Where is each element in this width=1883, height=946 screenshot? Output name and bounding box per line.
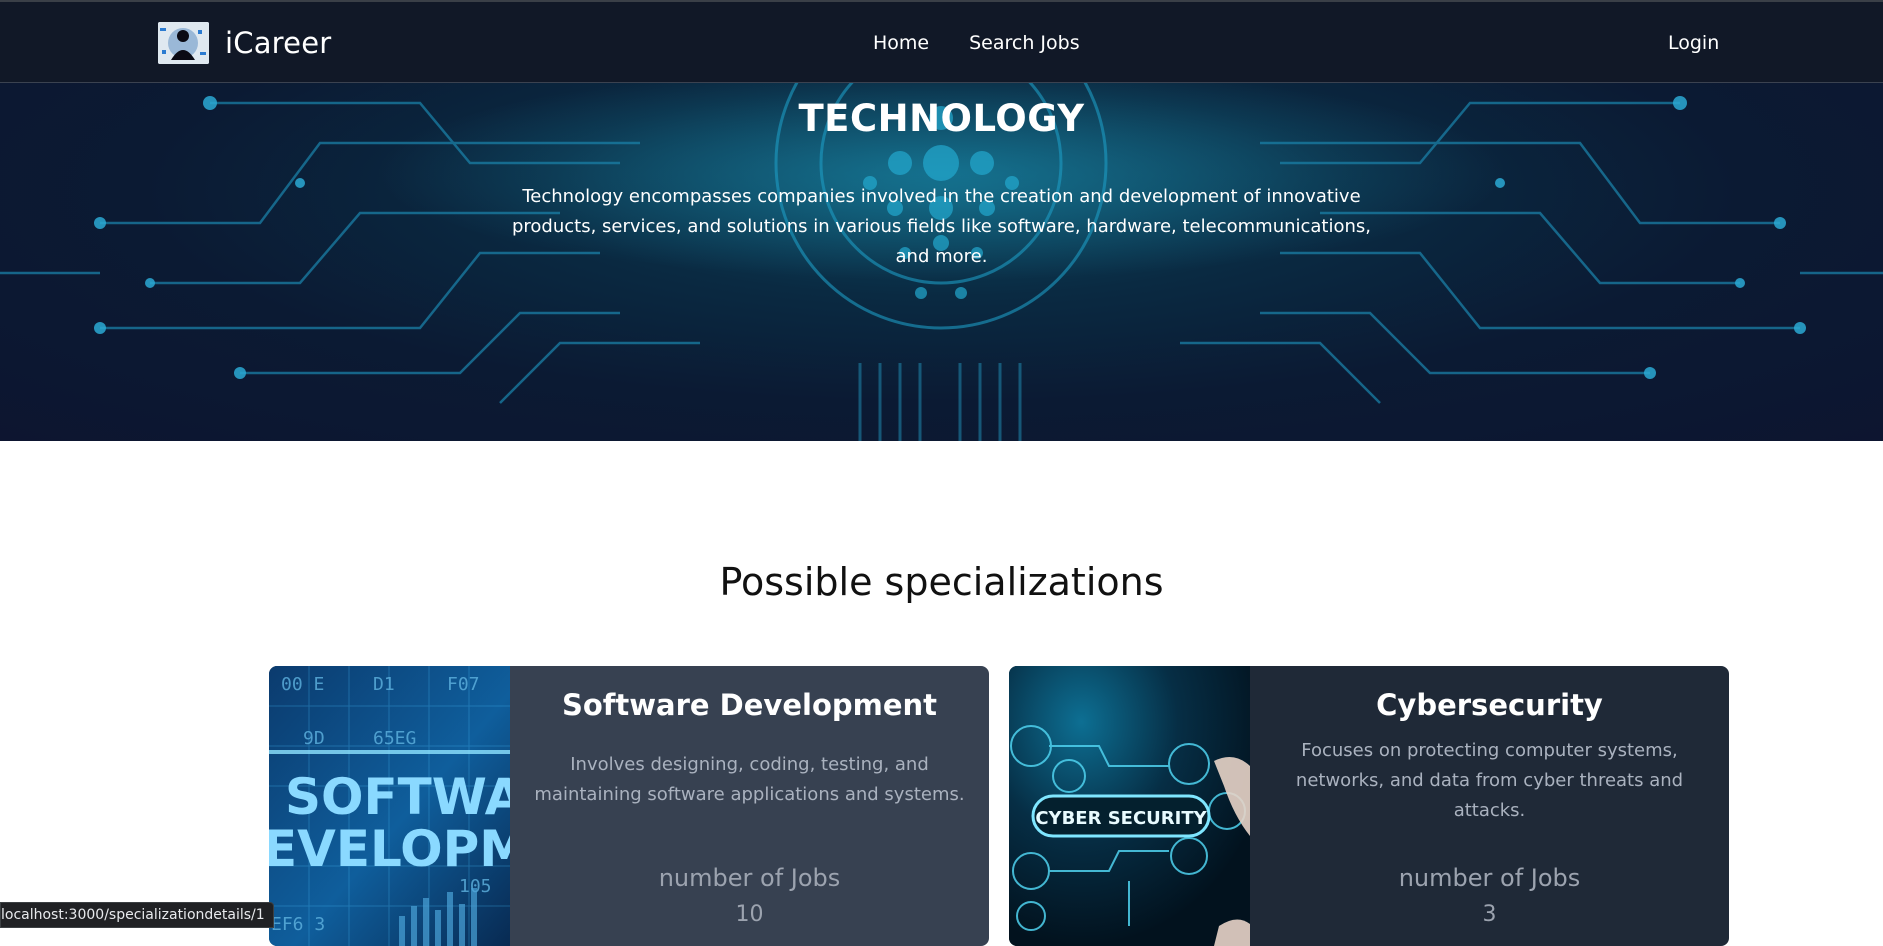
jobs-count-label: number of Jobs	[510, 864, 989, 892]
hero-banner: TECHNOLOGY Technology encompasses compan…	[0, 83, 1883, 441]
code-text: 9D	[303, 728, 325, 749]
jobs-count-value: 10	[510, 902, 989, 927]
specialization-card-software-development[interactable]: 00 E D1 F07 9D 65EG EF6 3 105 SOFTWAR EV…	[269, 666, 989, 946]
main-nav: Home Search Jobs	[873, 32, 1080, 54]
image-text: EVELOPM	[269, 820, 510, 878]
specialization-title: Cybersecurity	[1274, 688, 1705, 722]
card-body: Cybersecurity Focuses on protecting comp…	[1250, 666, 1729, 946]
brand-name: iCareer	[225, 26, 331, 60]
navbar: iCareer Home Search Jobs Login	[0, 0, 1883, 83]
code-text: D1	[373, 674, 395, 695]
code-text: F07	[447, 674, 480, 695]
industry-description: Technology encompasses companies involve…	[495, 182, 1388, 272]
specializations-heading: Possible specializations	[0, 560, 1883, 604]
nav-link-home[interactable]: Home	[873, 32, 929, 54]
page-title: TECHNOLOGY	[0, 97, 1883, 140]
image-text: CYBER SECURITY	[1035, 808, 1207, 829]
code-text: 00 E	[281, 674, 324, 695]
login-link[interactable]: Login	[1668, 32, 1719, 54]
specialization-title: Software Development	[534, 688, 965, 722]
code-text: EF6 3	[271, 914, 325, 935]
specialization-description: Focuses on protecting computer systems, …	[1274, 736, 1705, 826]
nav-link-search-jobs[interactable]: Search Jobs	[969, 32, 1080, 54]
code-text: 65EG	[373, 728, 416, 749]
image-text: SOFTWAR	[285, 768, 510, 826]
browser-status-url: localhost:3000/specializationdetails/1	[0, 902, 274, 928]
jobs-count-value: 3	[1250, 902, 1729, 927]
specialization-card-cybersecurity[interactable]: CYBER SECURITY Cybersecurity Focuses on …	[1009, 666, 1729, 946]
brand-link[interactable]: iCareer	[158, 22, 331, 64]
cybersecurity-image: CYBER SECURITY	[1009, 666, 1250, 946]
card-body: Software Development Involves designing,…	[510, 666, 989, 946]
jobs-count-label: number of Jobs	[1250, 864, 1729, 892]
specialization-description: Involves designing, coding, testing, and…	[534, 750, 965, 810]
brand-logo-icon	[158, 22, 209, 64]
software-development-image: 00 E D1 F07 9D 65EG EF6 3 105 SOFTWAR EV…	[269, 666, 510, 946]
